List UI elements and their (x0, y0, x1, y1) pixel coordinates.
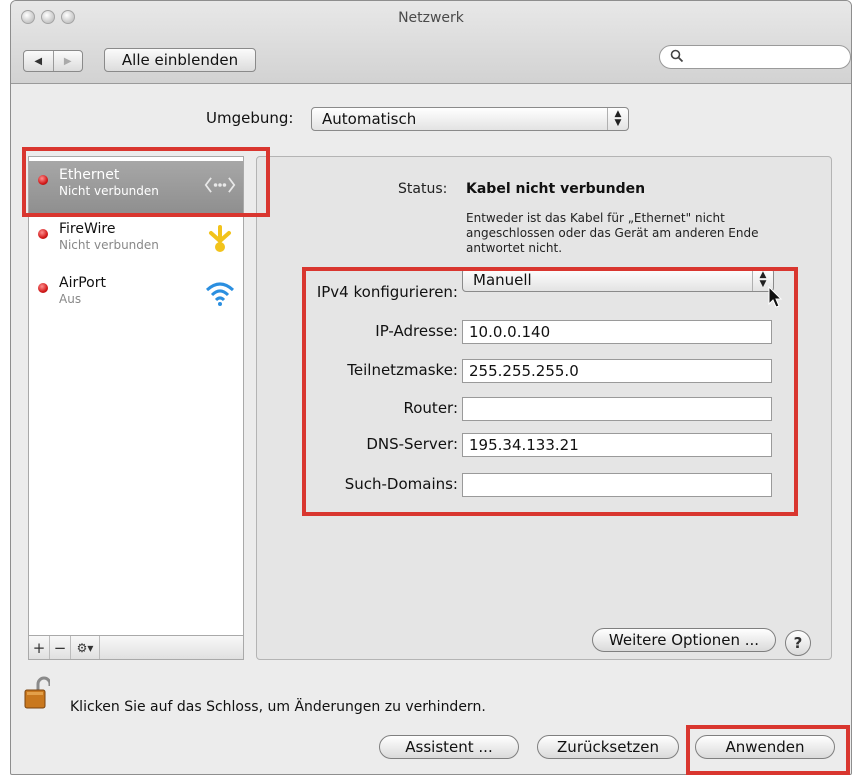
popup-arrows-icon: ▲ ▼ (607, 108, 628, 130)
ip-address-field[interactable]: 10.0.0.140 (462, 320, 772, 344)
airport-icon (204, 277, 236, 309)
search-field[interactable] (659, 45, 851, 69)
service-name: FireWire (59, 221, 116, 237)
router-label: Router: (403, 399, 459, 417)
firewire-icon (204, 223, 236, 255)
gear-icon[interactable]: ⚙▾ (71, 636, 100, 659)
dns-server-field[interactable]: 195.34.133.21 (462, 433, 772, 457)
search-domains-field[interactable] (462, 473, 772, 497)
status-label: Status: (398, 181, 448, 197)
mouse-pointer-icon (768, 285, 784, 310)
service-item-airport[interactable]: AirPort Aus (29, 269, 243, 323)
add-service-button[interactable]: + (29, 636, 50, 659)
search-domains-label: Such-Domains: (344, 475, 458, 493)
lock-icon[interactable] (24, 676, 52, 710)
service-status: Aus (59, 292, 82, 306)
back-arrow-icon[interactable]: ◀ (24, 51, 53, 71)
ethernet-icon (204, 169, 236, 201)
dns-server-label: DNS-Server: (366, 435, 458, 453)
search-icon (670, 49, 684, 67)
location-label: Umgebung: (206, 109, 294, 127)
service-item-ethernet[interactable]: Ethernet Nicht verbunden (29, 161, 243, 215)
window-toolbar: Netzwerk ◀ ▶ Alle einblenden (11, 1, 851, 84)
service-list-toolbar: + − ⚙▾ (28, 636, 244, 660)
forward-arrow-icon[interactable]: ▶ (52, 51, 83, 71)
help-button[interactable]: ? (785, 630, 811, 656)
router-field[interactable] (462, 397, 772, 421)
service-item-firewire[interactable]: FireWire Nicht verbunden (29, 215, 243, 269)
location-popup[interactable]: Automatisch ▲ ▼ (311, 107, 629, 131)
back-forward-control: ◀ ▶ (23, 50, 83, 72)
status-dot-icon (38, 229, 48, 239)
lock-message: Klicken Sie auf das Schloss, um Änderung… (70, 699, 486, 715)
service-status: Nicht verbunden (59, 184, 159, 198)
ipv4-value: Manuell (473, 271, 532, 289)
service-name: Ethernet (59, 167, 120, 183)
ip-address-label: IP-Adresse: (375, 322, 458, 340)
status-dot-icon (38, 283, 48, 293)
service-status: Nicht verbunden (59, 238, 159, 252)
advanced-options-button[interactable]: Weitere Optionen ... (592, 628, 776, 652)
status-dot-icon (38, 175, 48, 185)
assistant-button[interactable]: Assistent ... (379, 735, 519, 759)
status-description: Entweder ist das Kabel für „Ethernet" ni… (466, 211, 759, 255)
apply-button[interactable]: Anwenden (695, 735, 835, 759)
location-value: Automatisch (322, 110, 417, 128)
remove-service-button[interactable]: − (50, 636, 71, 659)
show-all-button[interactable]: Alle einblenden (104, 48, 256, 72)
service-name: AirPort (59, 275, 106, 291)
subnet-mask-field[interactable]: 255.255.255.0 (462, 359, 772, 383)
ipv4-configure-popup[interactable]: Manuell ▲ ▼ (462, 268, 774, 292)
window-title: Netzwerk (398, 10, 464, 26)
subnet-mask-label: Teilnetzmaske: (347, 361, 458, 379)
revert-button[interactable]: Zurücksetzen (537, 735, 679, 759)
ipv4-label: IPv4 konfigurieren: (316, 283, 458, 301)
service-list: Ethernet Nicht verbunden FireWire Nicht … (28, 156, 244, 636)
status-value: Kabel nicht verbunden (466, 181, 646, 197)
